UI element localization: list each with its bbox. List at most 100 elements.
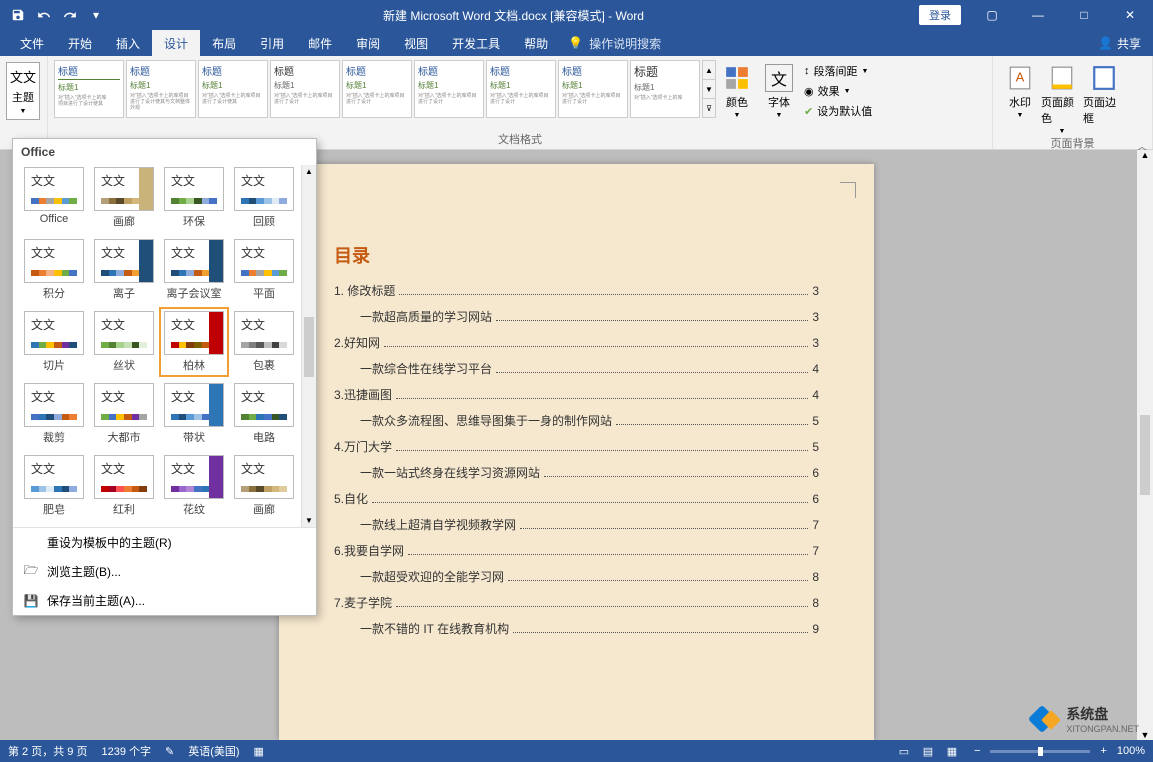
tab-home[interactable]: 开始 <box>56 30 104 56</box>
scroll-down-icon[interactable]: ▼ <box>1141 730 1150 740</box>
web-layout-button[interactable]: ▦ <box>940 742 964 760</box>
tab-view[interactable]: 视图 <box>392 30 440 56</box>
theme-item-离子会议室[interactable]: 文文离子会议室 <box>161 237 227 303</box>
gallery-down-icon[interactable]: ▼ <box>703 80 715 99</box>
save-theme-button[interactable]: 💾保存当前主题(A)... <box>13 586 316 615</box>
paragraph-spacing-button[interactable]: ↕段落间距▼ <box>800 62 876 80</box>
vertical-scrollbar[interactable]: ▲ ▼ <box>1137 150 1153 740</box>
toc-entry[interactable]: 一款不错的 IT 在线教育机构9 <box>334 620 819 637</box>
toc-entry[interactable]: 一款超高质量的学习网站3 <box>334 308 819 325</box>
tab-help[interactable]: 帮助 <box>512 30 560 56</box>
zoom-in-button[interactable]: + <box>1100 745 1106 757</box>
theme-item-丝状[interactable]: 文文丝状 <box>91 309 157 375</box>
theme-item-电路[interactable]: 文文电路 <box>231 381 297 447</box>
theme-item-柏林[interactable]: 文文柏林 <box>161 309 227 375</box>
style-set-item[interactable]: 标题标题1对"插入"选项卡上的库项目进行了设计 <box>270 60 340 118</box>
themes-scrollbar[interactable]: ▲ ▼ <box>301 165 316 527</box>
zoom-slider[interactable] <box>990 750 1090 753</box>
style-set-item[interactable]: 标题标题1对"插入"选项卡上的库项目进行了设计 <box>342 60 412 118</box>
fonts-button[interactable]: 文 字体▼ <box>758 60 800 119</box>
style-set-item[interactable]: 标题标题1对"插入"选项卡上的库项目进行了设计使其 <box>198 60 268 118</box>
zoom-level[interactable]: 100% <box>1117 745 1145 757</box>
share-button[interactable]: 👤 共享 <box>1098 35 1141 52</box>
style-set-item[interactable]: 标题标题1对"插入"选项卡上的库 <box>630 60 700 118</box>
browse-themes-button[interactable]: 🗁浏览主题(B)... <box>13 557 316 586</box>
gallery-expand[interactable]: ▲▼⊽ <box>702 60 716 118</box>
toc-entry[interactable]: 2.好知网3 <box>334 334 819 351</box>
toc-entry[interactable]: 7.麦子学院8 <box>334 594 819 611</box>
language-indicator[interactable]: 英语(美国) <box>188 743 239 759</box>
style-set-item[interactable]: 标题标题1对"插入"选项卡上的库项目进行了设计使其与文档整体外观 <box>126 60 196 118</box>
close-button[interactable]: ✕ <box>1107 0 1153 30</box>
tab-design[interactable]: 设计 <box>152 30 200 56</box>
theme-item-Office[interactable]: 文文Office <box>21 165 87 231</box>
tab-layout[interactable]: 布局 <box>200 30 248 56</box>
toc-entry[interactable]: 4.万门大学5 <box>334 438 819 455</box>
style-set-item[interactable]: 标题标题1对"插入"选项卡上的库项目进行了设计 <box>558 60 628 118</box>
toc-entry[interactable]: 3.迅捷画图4 <box>334 386 819 403</box>
tab-insert[interactable]: 插入 <box>104 30 152 56</box>
theme-item-花纹[interactable]: 文文花纹 <box>161 453 227 519</box>
scroll-up-icon[interactable]: ▲ <box>305 167 313 176</box>
save-button[interactable] <box>6 3 30 27</box>
scroll-up-icon[interactable]: ▲ <box>1141 150 1150 160</box>
tab-mailings[interactable]: 邮件 <box>296 30 344 56</box>
macro-icon[interactable]: ▦ <box>254 745 264 758</box>
gallery-more-icon[interactable]: ⊽ <box>703 99 715 117</box>
style-set-item[interactable]: 标题标题1对"插入"选项卡上的库项目进行了设计 <box>486 60 556 118</box>
page-borders-button[interactable]: 页面边框 <box>1083 60 1125 126</box>
zoom-handle[interactable] <box>1038 747 1043 756</box>
qat-more-button[interactable]: ▾ <box>84 3 108 27</box>
theme-item-带状[interactable]: 文文带状 <box>161 381 227 447</box>
tab-file[interactable]: 文件 <box>8 30 56 56</box>
toc-entry[interactable]: 一款一站式终身在线学习资源网站6 <box>334 464 819 481</box>
toc-entry[interactable]: 5.自化6 <box>334 490 819 507</box>
maximize-button[interactable]: □ <box>1061 0 1107 30</box>
effects-button[interactable]: ◉效果▼ <box>800 82 876 100</box>
theme-item-离子[interactable]: 文文离子 <box>91 237 157 303</box>
page-color-button[interactable]: 页面颜色▼ <box>1041 60 1083 135</box>
theme-item-红利[interactable]: 文文红利 <box>91 453 157 519</box>
word-count[interactable]: 1239 个字 <box>101 743 151 759</box>
theme-item-积分[interactable]: 文文积分 <box>21 237 87 303</box>
document-page[interactable]: 目录 1. 修改标题3一款超高质量的学习网站32.好知网3一款综合性在线学习平台… <box>279 164 874 740</box>
toc-entry[interactable]: 6.我要自学网7 <box>334 542 819 559</box>
set-default-button[interactable]: ✔设为默认值 <box>800 102 876 120</box>
theme-item-回顾[interactable]: 文文回顾 <box>231 165 297 231</box>
tab-developer[interactable]: 开发工具 <box>440 30 512 56</box>
scroll-thumb[interactable] <box>304 317 314 377</box>
login-button[interactable]: 登录 <box>919 5 961 25</box>
minimize-button[interactable]: — <box>1015 0 1061 30</box>
theme-item-画廊[interactable]: 文文画廊 <box>231 453 297 519</box>
colors-button[interactable]: 颜色▼ <box>716 60 758 119</box>
print-layout-button[interactable]: ▤ <box>916 742 940 760</box>
spellcheck-icon[interactable]: ✎ <box>165 745 174 758</box>
page-indicator[interactable]: 第 2 页，共 9 页 <box>8 743 87 759</box>
zoom-out-button[interactable]: − <box>974 745 980 757</box>
themes-button[interactable]: 文文 主题 ▼ <box>6 62 40 120</box>
theme-item-包裹[interactable]: 文文包裹 <box>231 309 297 375</box>
ribbon-display-button[interactable]: ▢ <box>969 0 1015 30</box>
toc-entry[interactable]: 一款综合性在线学习平台4 <box>334 360 819 377</box>
tab-review[interactable]: 审阅 <box>344 30 392 56</box>
style-set-item[interactable]: 标题标题1对"插入"选项卡上的库项目进行了设计 <box>414 60 484 118</box>
theme-item-切片[interactable]: 文文切片 <box>21 309 87 375</box>
tell-me-search[interactable]: 💡 操作说明搜索 <box>568 35 661 52</box>
read-mode-button[interactable]: ▭ <box>892 742 916 760</box>
toc-entry[interactable]: 1. 修改标题3 <box>334 282 819 299</box>
toc-entry[interactable]: 一款超受欢迎的全能学习网8 <box>334 568 819 585</box>
tab-references[interactable]: 引用 <box>248 30 296 56</box>
undo-button[interactable] <box>32 3 56 27</box>
style-set-item[interactable]: 标题标题1对"插入"选项卡上的库项目进行了设计使其 <box>54 60 124 118</box>
theme-item-裁剪[interactable]: 文文裁剪 <box>21 381 87 447</box>
toc-entry[interactable]: 一款线上超清自学视频教学网7 <box>334 516 819 533</box>
scroll-thumb[interactable] <box>1140 415 1150 495</box>
theme-item-环保[interactable]: 文文环保 <box>161 165 227 231</box>
reset-theme-button[interactable]: 重设为模板中的主题(R) <box>13 528 316 557</box>
style-set-gallery[interactable]: 标题标题1对"插入"选项卡上的库项目进行了设计使其 标题标题1对"插入"选项卡上… <box>54 60 716 118</box>
theme-item-大都市[interactable]: 文文大都市 <box>91 381 157 447</box>
toc-entry[interactable]: 一款众多流程图、思维导图集于一身的制作网站5 <box>334 412 819 429</box>
scroll-down-icon[interactable]: ▼ <box>305 516 313 525</box>
theme-item-平面[interactable]: 文文平面 <box>231 237 297 303</box>
theme-item-画廊[interactable]: 文文画廊 <box>91 165 157 231</box>
